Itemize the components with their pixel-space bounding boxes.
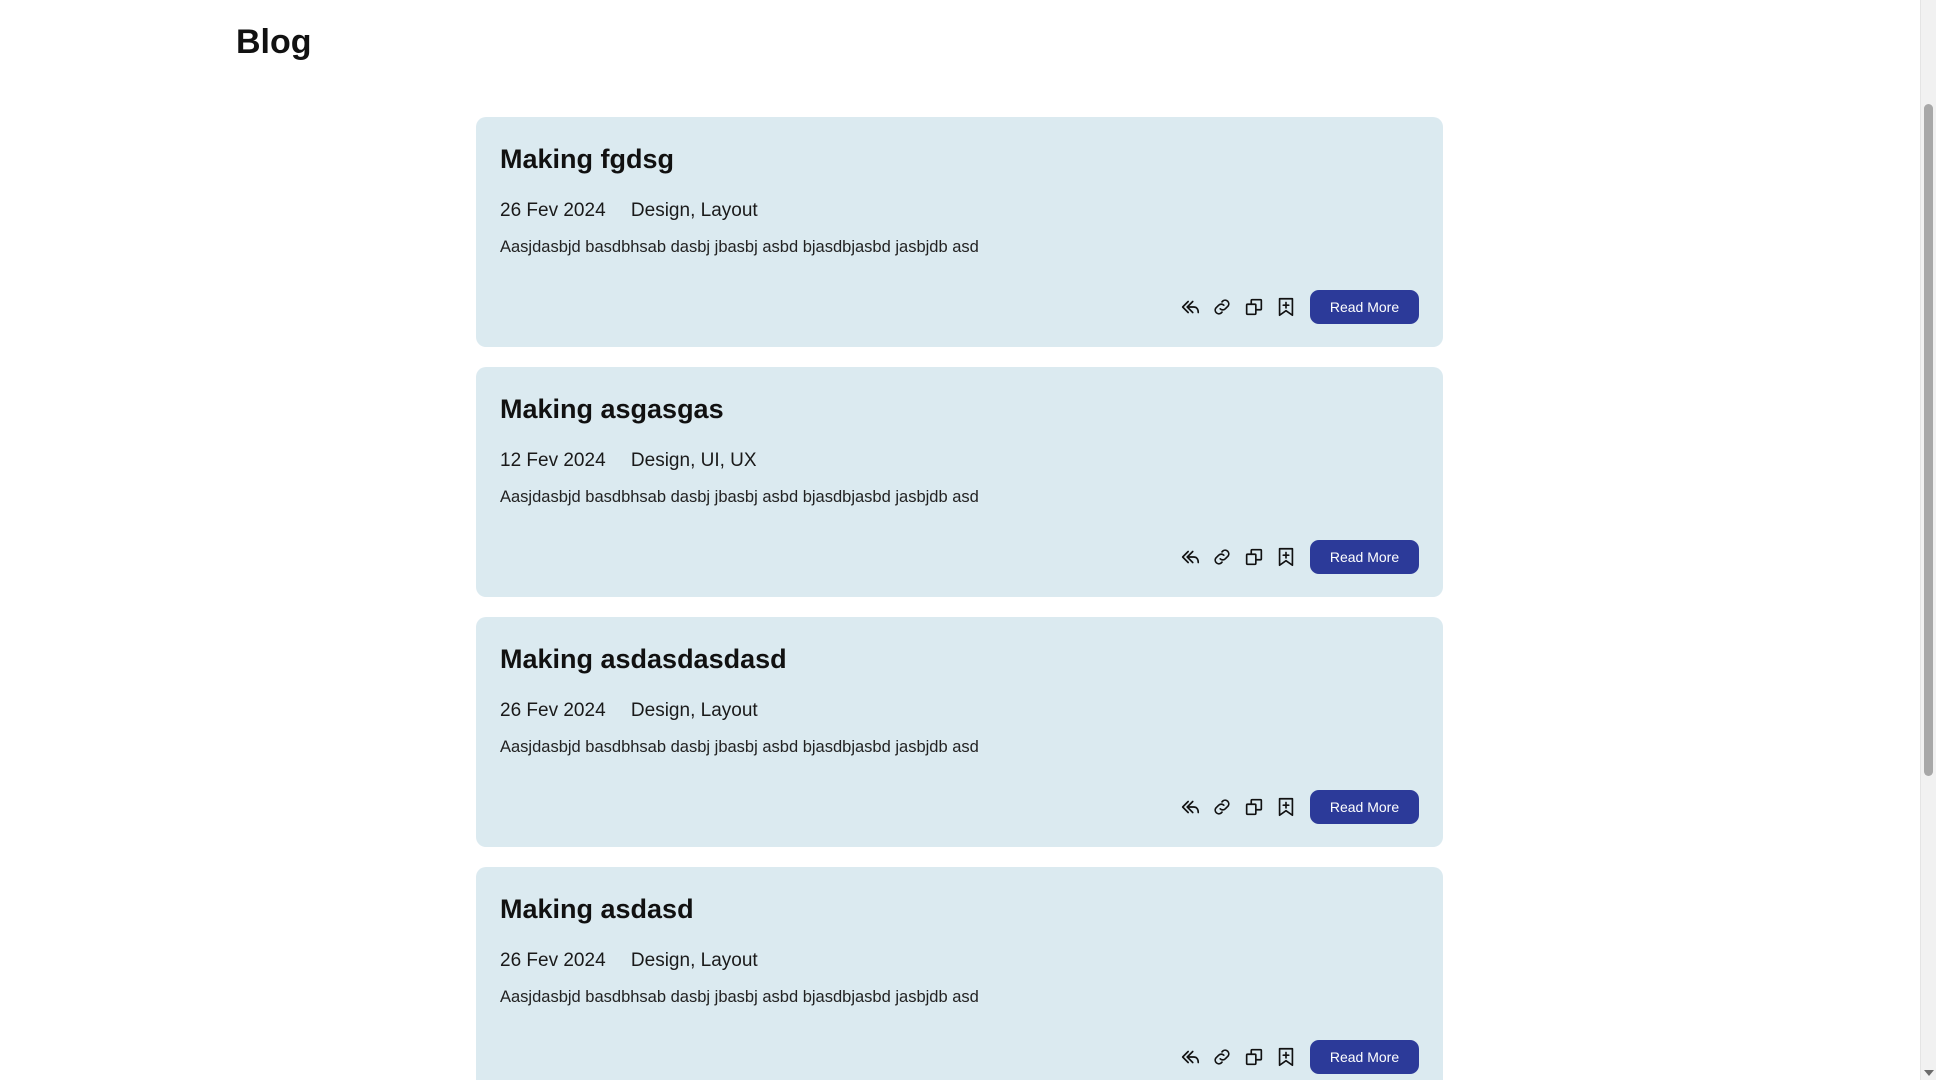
- vertical-scrollbar[interactable]: [1920, 0, 1936, 1080]
- post-date: 12 Fev 2024: [500, 450, 606, 471]
- link-icon[interactable]: [1210, 795, 1234, 819]
- post-tags: Design, Layout: [630, 700, 758, 721]
- post-excerpt: Aasjdasbjd basdbhsab dasbj jbasbj asbd b…: [500, 238, 979, 256]
- share-reply-icon[interactable]: [1178, 1045, 1202, 1069]
- post-excerpt: Aasjdasbjd basdbhsab dasbj jbasbj asbd b…: [500, 488, 979, 506]
- read-more-button[interactable]: Read More: [1310, 540, 1419, 574]
- link-icon[interactable]: [1210, 295, 1234, 319]
- page-title: Blog: [236, 23, 312, 61]
- read-more-button[interactable]: Read More: [1310, 290, 1419, 324]
- post-actions: Read More: [1178, 790, 1419, 824]
- post-card: Making fgdsg 26 Fev 2024 Design, Layout …: [476, 117, 1443, 347]
- post-date: 26 Fev 2024: [500, 700, 606, 721]
- copy-icon[interactable]: [1242, 1045, 1266, 1069]
- post-title[interactable]: Making asgasgas: [500, 391, 724, 427]
- post-tags: Design, Layout: [630, 200, 758, 221]
- bookmark-add-icon[interactable]: [1274, 1045, 1298, 1069]
- post-meta: 26 Fev 2024 Design, Layout: [500, 698, 758, 724]
- bookmark-add-icon[interactable]: [1274, 295, 1298, 319]
- post-title[interactable]: Making asdasdasdasd: [500, 641, 787, 677]
- bookmark-add-icon[interactable]: [1274, 545, 1298, 569]
- scrollbar-thumb[interactable]: [1924, 104, 1933, 776]
- post-tags: Design, UI, UX: [630, 450, 757, 471]
- post-meta: 26 Fev 2024 Design, Layout: [500, 948, 758, 974]
- post-feed: Making fgdsg 26 Fev 2024 Design, Layout …: [476, 117, 1443, 1080]
- bookmark-add-icon[interactable]: [1274, 795, 1298, 819]
- post-excerpt: Aasjdasbjd basdbhsab dasbj jbasbj asbd b…: [500, 738, 979, 756]
- blog-page: Blog Making fgdsg 26 Fev 2024 Design, La…: [0, 0, 1936, 1080]
- post-card: Making asdasdasdasd 26 Fev 2024 Design, …: [476, 617, 1443, 847]
- share-reply-icon[interactable]: [1178, 795, 1202, 819]
- copy-icon[interactable]: [1242, 795, 1266, 819]
- post-card: Making asgasgas 12 Fev 2024 Design, UI, …: [476, 367, 1443, 597]
- post-actions: Read More: [1178, 290, 1419, 324]
- post-date: 26 Fev 2024: [500, 950, 606, 971]
- read-more-button[interactable]: Read More: [1310, 790, 1419, 824]
- copy-icon[interactable]: [1242, 545, 1266, 569]
- post-meta: 26 Fev 2024 Design, Layout: [500, 198, 758, 224]
- post-date: 26 Fev 2024: [500, 200, 606, 221]
- link-icon[interactable]: [1210, 1045, 1234, 1069]
- post-meta: 12 Fev 2024 Design, UI, UX: [500, 448, 757, 474]
- post-title[interactable]: Making fgdsg: [500, 141, 674, 177]
- post-card: Making asdasd 26 Fev 2024 Design, Layout…: [476, 867, 1443, 1080]
- share-reply-icon[interactable]: [1178, 295, 1202, 319]
- copy-icon[interactable]: [1242, 295, 1266, 319]
- post-actions: Read More: [1178, 1040, 1419, 1074]
- post-excerpt: Aasjdasbjd basdbhsab dasbj jbasbj asbd b…: [500, 988, 979, 1006]
- post-tags: Design, Layout: [630, 950, 758, 971]
- post-title[interactable]: Making asdasd: [500, 891, 694, 927]
- read-more-button[interactable]: Read More: [1310, 1040, 1419, 1074]
- post-actions: Read More: [1178, 540, 1419, 574]
- link-icon[interactable]: [1210, 545, 1234, 569]
- share-reply-icon[interactable]: [1178, 545, 1202, 569]
- scroll-down-arrow-icon[interactable]: [1924, 1070, 1934, 1076]
